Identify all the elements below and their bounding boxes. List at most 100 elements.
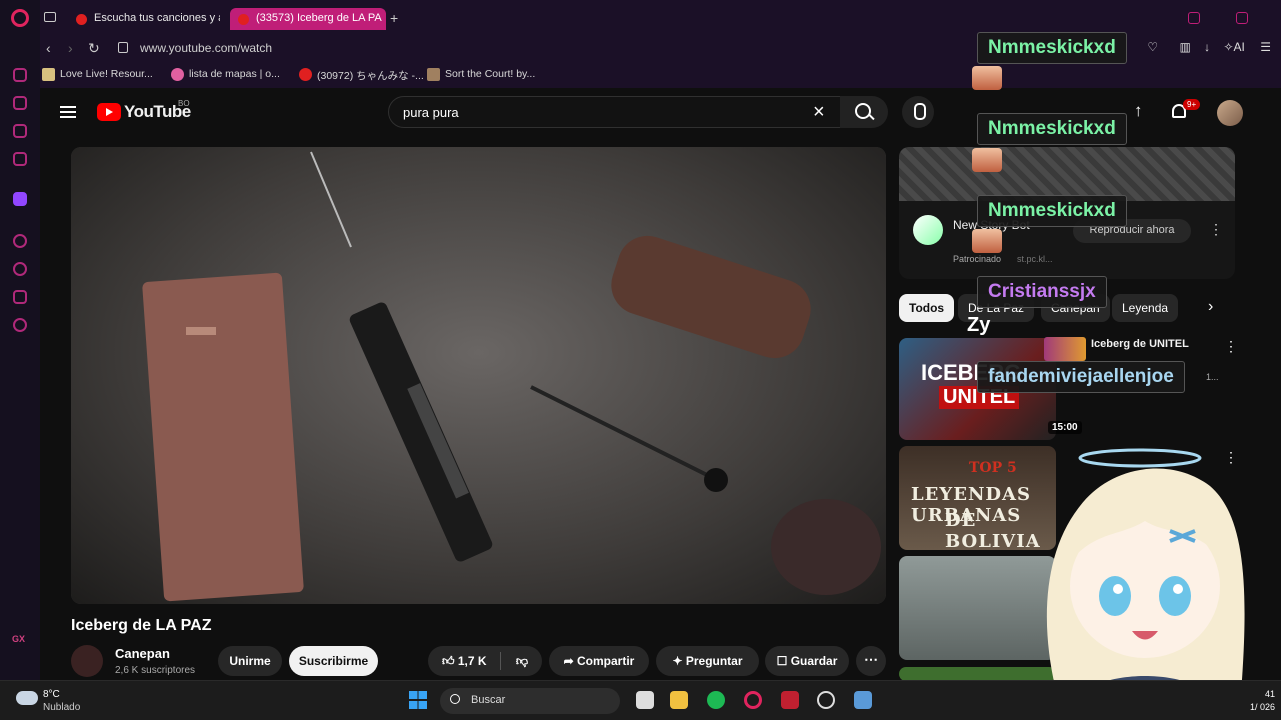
maximize-icon[interactable] (1236, 12, 1248, 24)
ask-button[interactable]: ✦ Preguntar (656, 646, 759, 676)
tab-iceberg[interactable]: (33573) Iceberg de LA PA (230, 8, 386, 30)
forward-icon[interactable]: › (68, 40, 73, 56)
search-query: pura pura (403, 105, 459, 120)
youtube-favicon-icon (238, 14, 249, 25)
music-icon[interactable] (13, 152, 27, 166)
tab-bar: Escucha tus canciones y a (33573) Iceber… (40, 0, 1281, 36)
like-button[interactable]: 👍︎ 1,7 K (442, 654, 487, 668)
clear-search-icon[interactable]: × (813, 101, 825, 124)
video-player[interactable] (71, 147, 886, 604)
tab-label: Escucha tus canciones y a (94, 12, 220, 24)
save-label: Guardar (790, 654, 838, 668)
voice-search-button[interactable] (902, 96, 934, 128)
history-icon[interactable] (13, 262, 27, 276)
extensions-icon[interactable] (13, 290, 27, 304)
like-divider (500, 652, 501, 670)
back-icon[interactable]: ‹ (46, 40, 51, 56)
share-label: Compartir (577, 654, 635, 668)
bookmarks-bar: Love Live! Resour... lista de mapas | o.… (40, 62, 1281, 88)
bookmark-item[interactable]: lista de mapas | o... (171, 68, 280, 81)
aria-icon[interactable] (13, 68, 27, 82)
chat-message: Zy (967, 314, 991, 336)
country-code: BO (178, 99, 190, 108)
create-icon[interactable]: ↑ (1134, 101, 1143, 121)
opera-gx-icon[interactable] (744, 691, 762, 709)
screen: GX Escucha tus canciones y a (33573) Ice… (0, 0, 1281, 720)
taskbar-search[interactable]: Buscar (440, 688, 620, 714)
url-field[interactable]: www.youtube.com/watch (140, 41, 272, 55)
search-button[interactable] (840, 96, 888, 128)
bookmark-favicon-icon (42, 68, 55, 81)
search-input[interactable]: pura pura × (388, 96, 850, 128)
workspace-icon[interactable] (13, 96, 27, 110)
chat-username: Nmmeskickxd (977, 113, 1127, 145)
bookmark-item[interactable]: (30972) ちゃんみな -... (299, 68, 424, 83)
more-actions-button[interactable]: ⋯ (856, 646, 886, 676)
task-view-icon[interactable] (636, 691, 654, 709)
search-tabs-icon[interactable] (1188, 12, 1200, 24)
new-tab-button[interactable]: + (390, 10, 398, 26)
settings-icon[interactable] (13, 318, 27, 332)
ad-more-icon[interactable]: ⋮ (1209, 221, 1223, 238)
app-icon[interactable] (781, 691, 799, 709)
wallet-icon[interactable]: ▥ (1179, 40, 1190, 54)
box-marking (186, 327, 216, 335)
youtube-logo-icon[interactable] (97, 103, 121, 121)
subscribe-button[interactable]: Suscribirme (289, 646, 378, 676)
hamburger-menu-icon[interactable] (60, 106, 76, 118)
syringe-needle (310, 151, 352, 248)
video-duration: 15:00 (1048, 421, 1082, 434)
gx-label: GX (12, 634, 26, 644)
windows-start-icon[interactable] (409, 691, 427, 709)
vial (611, 235, 811, 359)
clock-date: 1/ 026 (1250, 702, 1276, 712)
save-button[interactable]: ☐ Guardar (765, 646, 849, 676)
chip-leyenda[interactable]: Leyenda (1112, 294, 1179, 322)
reload-icon[interactable]: ↻ (88, 40, 100, 57)
ad-logo (913, 215, 943, 245)
ai-icon[interactable]: ✧AI (1223, 40, 1244, 54)
recommended-more-icon[interactable]: ⋮ (1224, 338, 1238, 355)
heart-icon[interactable]: ♡ (1147, 40, 1158, 54)
channel-avatar[interactable] (71, 645, 103, 677)
messenger-icon[interactable] (13, 124, 27, 138)
cloud-icon[interactable] (16, 691, 38, 705)
download-icon[interactable]: ↓ (1204, 40, 1210, 54)
dislike-button[interactable]: 👎︎ (516, 654, 528, 668)
syringe-body (349, 302, 493, 562)
chat-username: fandemiviejaellenjoe (977, 361, 1185, 393)
tab-music[interactable]: Escucha tus canciones y a (68, 8, 220, 30)
clock-time: 41 (1265, 689, 1276, 699)
recommended-title[interactable]: Iceberg de UNITEL (1091, 338, 1189, 350)
search-icon (450, 694, 460, 704)
weather-temperature: 8°C (43, 689, 60, 700)
chevron-right-icon[interactable]: › (1208, 298, 1213, 316)
chat-username: Cristianssjx (977, 276, 1107, 308)
youtube-favicon-icon (299, 68, 312, 81)
join-button[interactable]: Unirme (218, 646, 282, 676)
chip-all[interactable]: Todos (899, 294, 955, 322)
bookmark-item[interactable]: Love Live! Resour... (42, 68, 153, 81)
account-avatar[interactable] (1217, 100, 1243, 126)
channel-name[interactable]: Canepan (115, 646, 170, 661)
notification-badge: 9+ (1183, 99, 1201, 110)
tab-list-icon[interactable] (44, 12, 56, 22)
recommended-small-thumb[interactable] (1044, 337, 1086, 361)
file-explorer-icon[interactable] (670, 691, 688, 709)
system-clock[interactable]: 41 1/ 026 (1250, 688, 1275, 714)
bookmark-item[interactable]: Sort the Court! by... (427, 68, 535, 81)
vtuber-avatar (1046, 448, 1245, 706)
spotify-icon[interactable] (707, 691, 725, 709)
share-button[interactable]: ➦ Compartir (549, 646, 649, 676)
menu-icon[interactable]: ☰ (1260, 40, 1271, 54)
photos-icon[interactable] (854, 691, 872, 709)
twitch-icon[interactable] (13, 192, 27, 206)
ad-banner (899, 147, 1235, 201)
bookmark-icon: ☐ (776, 654, 791, 668)
player-icon[interactable] (13, 234, 27, 248)
like-count: 1,7 K (457, 654, 487, 668)
obs-icon[interactable] (817, 691, 835, 709)
opera-logo-icon[interactable] (11, 9, 29, 27)
chat-username: Nmmeskickxd (977, 32, 1127, 64)
windows-taskbar: 8°C Nublado Buscar 41 1/ 026 (0, 680, 1281, 720)
